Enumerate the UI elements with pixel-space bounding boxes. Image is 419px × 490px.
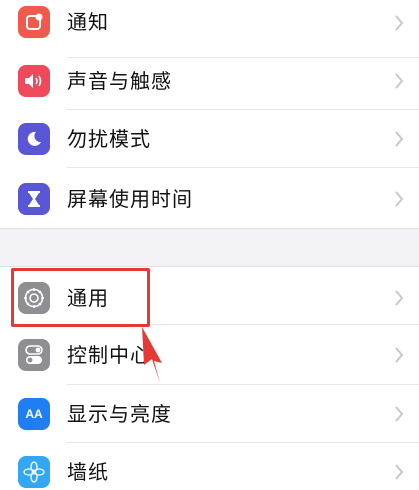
settings-row-control-center[interactable]: 控制中心 <box>0 327 419 385</box>
chevron-right-icon <box>395 73 404 89</box>
text-size-icon: AA <box>18 398 50 430</box>
settings-row-label: 墙纸 <box>67 460 109 484</box>
settings-row-wallpaper[interactable]: 墙纸 <box>0 443 419 490</box>
chevron-right-icon <box>395 191 404 207</box>
chevron-right-icon <box>395 464 404 480</box>
speaker-icon <box>18 65 50 97</box>
highlight-box <box>11 268 150 327</box>
settings-row-sounds[interactable]: 声音与触感 <box>0 52 419 110</box>
settings-row-label: 显示与亮度 <box>67 402 172 426</box>
chevron-right-icon <box>395 290 404 306</box>
settings-row-display[interactable]: AA 显示与亮度 <box>0 385 419 443</box>
settings-row-label: 通知 <box>67 10 109 34</box>
settings-row-label: 声音与触感 <box>67 69 172 93</box>
chevron-right-icon <box>395 131 404 147</box>
pointer-arrow-icon <box>142 327 162 383</box>
group-separator <box>0 228 419 229</box>
settings-row-do-not-disturb[interactable]: 勿扰模式 <box>0 110 419 168</box>
settings-row-notifications[interactable]: 通知 <box>0 0 419 58</box>
settings-row-label: 勿扰模式 <box>67 127 151 151</box>
settings-row-label: 屏幕使用时间 <box>67 187 193 211</box>
hourglass-icon <box>18 183 50 215</box>
chevron-right-icon <box>395 406 404 422</box>
flower-icon <box>18 456 50 488</box>
settings-row-label: 控制中心 <box>67 343 151 367</box>
text-size-icon-glyph: AA <box>25 407 43 421</box>
settings-row-screen-time[interactable]: 屏幕使用时间 <box>0 168 419 226</box>
toggle-switches-icon <box>18 339 50 371</box>
settings-group-top: 通知 声音与触感 勿扰模式 屏幕使用时间 <box>0 0 419 228</box>
notification-icon <box>18 6 50 38</box>
moon-icon <box>18 123 50 155</box>
chevron-right-icon <box>395 15 404 31</box>
chevron-right-icon <box>395 347 404 363</box>
